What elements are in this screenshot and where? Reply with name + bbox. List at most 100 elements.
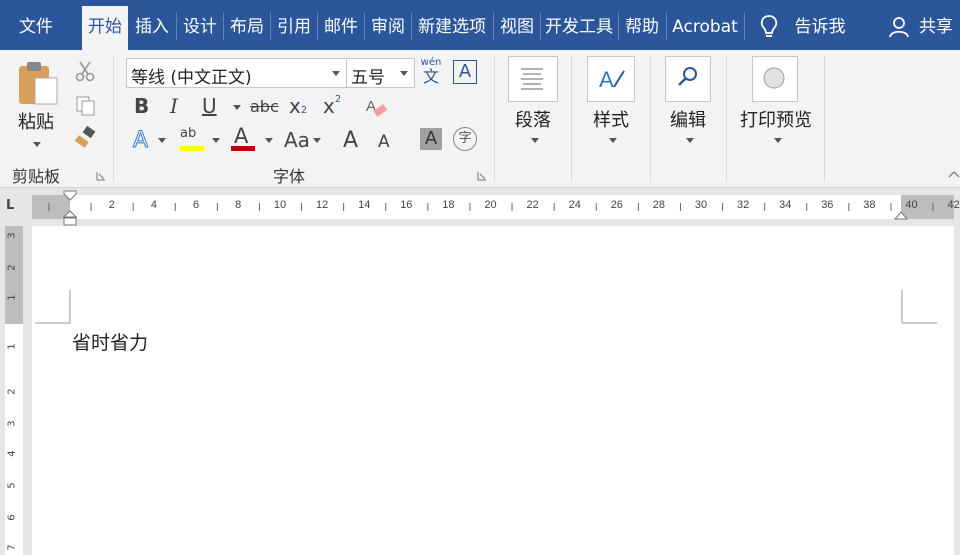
tab-layout[interactable]: 布局 <box>224 0 270 50</box>
document-page[interactable] <box>32 226 954 555</box>
tell-me-search[interactable]: 告诉我 <box>790 0 850 50</box>
cut-icon[interactable] <box>74 60 96 82</box>
font-launcher-icon[interactable] <box>477 171 487 181</box>
menu-bar: 文件 开始 插入 设计 布局 引用 邮件 审阅 新建选项 视图 开发工具 帮助 … <box>0 0 960 50</box>
vertical-ruler[interactable]: 3 2 1 1 2 3 4 5 6 7 <box>0 226 30 555</box>
editing-label[interactable]: 编辑 <box>670 106 706 132</box>
ruler-tick-label: 42 <box>947 199 960 211</box>
styles-button[interactable]: A <box>587 56 635 102</box>
font-name-value: 等线 (中文正文) <box>131 68 252 88</box>
grow-font-button[interactable]: A <box>343 128 358 153</box>
editing-dropdown-caret[interactable] <box>686 138 694 143</box>
superscript-button[interactable]: x2 <box>323 94 341 118</box>
print-preview-dropdown-caret[interactable] <box>774 138 782 143</box>
ruler-tick-label: 24 <box>568 199 581 211</box>
ruler-tick-label: 12 <box>316 199 329 211</box>
paste-dropdown-caret[interactable] <box>33 142 41 147</box>
highlight-dropdown-caret[interactable] <box>212 138 220 143</box>
font-color-dropdown-caret[interactable] <box>265 138 273 143</box>
font-color-label: A <box>234 124 249 148</box>
vertical-ruler-label: 3 <box>6 232 18 239</box>
vertical-ruler-label: 2 <box>6 264 18 271</box>
editing-button[interactable] <box>665 56 711 102</box>
clipboard-launcher-icon[interactable] <box>96 171 106 181</box>
character-shading-button[interactable]: A <box>420 128 442 150</box>
vertical-ruler-label: 4 <box>6 450 18 457</box>
paragraph-button[interactable] <box>508 56 558 102</box>
vertical-ruler-label: 5 <box>6 482 18 489</box>
right-indent-marker[interactable] <box>894 210 908 220</box>
person-icon[interactable] <box>888 15 912 39</box>
copy-icon[interactable] <box>75 95 97 117</box>
hanging-indent-marker[interactable] <box>63 210 77 226</box>
superscript-x: x <box>323 94 335 118</box>
ruler-tick-label: 36 <box>821 199 834 211</box>
strikethrough-button[interactable]: abc <box>250 97 279 116</box>
document-text[interactable]: 省时省力 <box>72 328 148 355</box>
vertical-ruler-label: 6 <box>6 514 18 521</box>
tab-selector[interactable]: L <box>6 198 14 213</box>
tab-insert[interactable]: 插入 <box>129 0 175 50</box>
ruler-tick-label: 28 <box>652 199 666 211</box>
tab-developer[interactable]: 开发工具 <box>541 0 617 50</box>
font-size-dropdown-caret[interactable] <box>400 71 408 76</box>
tab-review[interactable]: 审阅 <box>365 0 411 50</box>
font-size-value: 五号 <box>351 68 385 88</box>
shrink-font-button[interactable]: A <box>378 132 390 152</box>
margin-corner-marks <box>35 290 937 324</box>
bold-button[interactable]: B <box>134 94 149 118</box>
horizontal-ruler[interactable]: L 2 4 6 8 10 12 14 16 18 20 22 24 26 28 30 32 34 36 38 40 42 <box>0 188 960 226</box>
vertical-ruler-label: 1 <box>6 294 18 301</box>
underline-button[interactable]: U <box>202 94 217 118</box>
change-case-dropdown-caret[interactable] <box>313 138 321 143</box>
character-border-button[interactable]: A <box>453 60 477 84</box>
text-effects-dropdown-caret[interactable] <box>158 138 166 143</box>
enclose-characters-button[interactable]: 字 <box>453 127 477 151</box>
vertical-ruler-label: 3 <box>6 420 18 427</box>
ruler-tick-label: 16 <box>400 199 413 211</box>
text-effects-button[interactable]: A <box>132 128 148 154</box>
tab-view[interactable]: 视图 <box>494 0 540 50</box>
search-icon <box>678 67 697 86</box>
ruler-tick-label: 30 <box>694 199 708 211</box>
paragraph-label[interactable]: 段落 <box>515 106 551 132</box>
font-name-combobox[interactable]: 等线 (中文正文) <box>126 58 347 88</box>
paragraph-dropdown-caret[interactable] <box>531 138 539 143</box>
svg-text:A: A <box>599 67 614 92</box>
tab-help[interactable]: 帮助 <box>619 0 665 50</box>
share-button[interactable]: 共享 <box>916 0 956 50</box>
styles-dropdown-caret[interactable] <box>609 138 617 143</box>
collapse-ribbon-icon[interactable] <box>948 168 960 178</box>
font-color-button[interactable]: A <box>231 124 255 152</box>
paste-icon[interactable] <box>17 60 59 106</box>
font-size-combobox[interactable]: 五号 <box>346 58 415 88</box>
highlight-button[interactable]: ab <box>180 126 204 152</box>
tab-home[interactable]: 开始 <box>82 6 128 50</box>
change-case-button[interactable]: Aa <box>284 128 310 152</box>
first-line-indent-marker[interactable] <box>63 190 77 202</box>
phonetic-guide-char: 文 <box>422 67 439 86</box>
styles-label[interactable]: 样式 <box>593 106 629 132</box>
tab-file[interactable]: 文件 <box>8 0 64 50</box>
tab-new-options[interactable]: 新建选项 <box>412 0 492 50</box>
tab-references[interactable]: 引用 <box>271 0 317 50</box>
tab-design[interactable]: 设计 <box>177 0 223 50</box>
phonetic-guide-button[interactable]: wén 文 <box>420 58 442 88</box>
lightbulb-icon[interactable] <box>758 14 780 40</box>
subscript-button[interactable]: x2 <box>289 94 307 118</box>
clear-formatting-icon[interactable]: A <box>364 95 388 119</box>
ruler-tick-label: 22 <box>526 199 539 211</box>
font-name-dropdown-caret[interactable] <box>332 71 340 76</box>
character-shading-label: A <box>424 128 438 149</box>
print-preview-label[interactable]: 打印预览 <box>740 106 812 132</box>
underline-dropdown-caret[interactable] <box>233 105 241 110</box>
enclose-characters-label: 字 <box>458 131 472 146</box>
tab-mailings[interactable]: 邮件 <box>318 0 364 50</box>
paste-button[interactable]: 粘贴 <box>18 108 54 134</box>
vertical-ruler-top-margin <box>5 226 23 324</box>
italic-button[interactable]: I <box>170 94 178 118</box>
format-painter-icon[interactable] <box>74 126 98 150</box>
print-preview-button[interactable] <box>752 56 798 102</box>
tab-acrobat[interactable]: Acrobat <box>667 0 743 50</box>
highlight-label: ab <box>180 126 197 141</box>
